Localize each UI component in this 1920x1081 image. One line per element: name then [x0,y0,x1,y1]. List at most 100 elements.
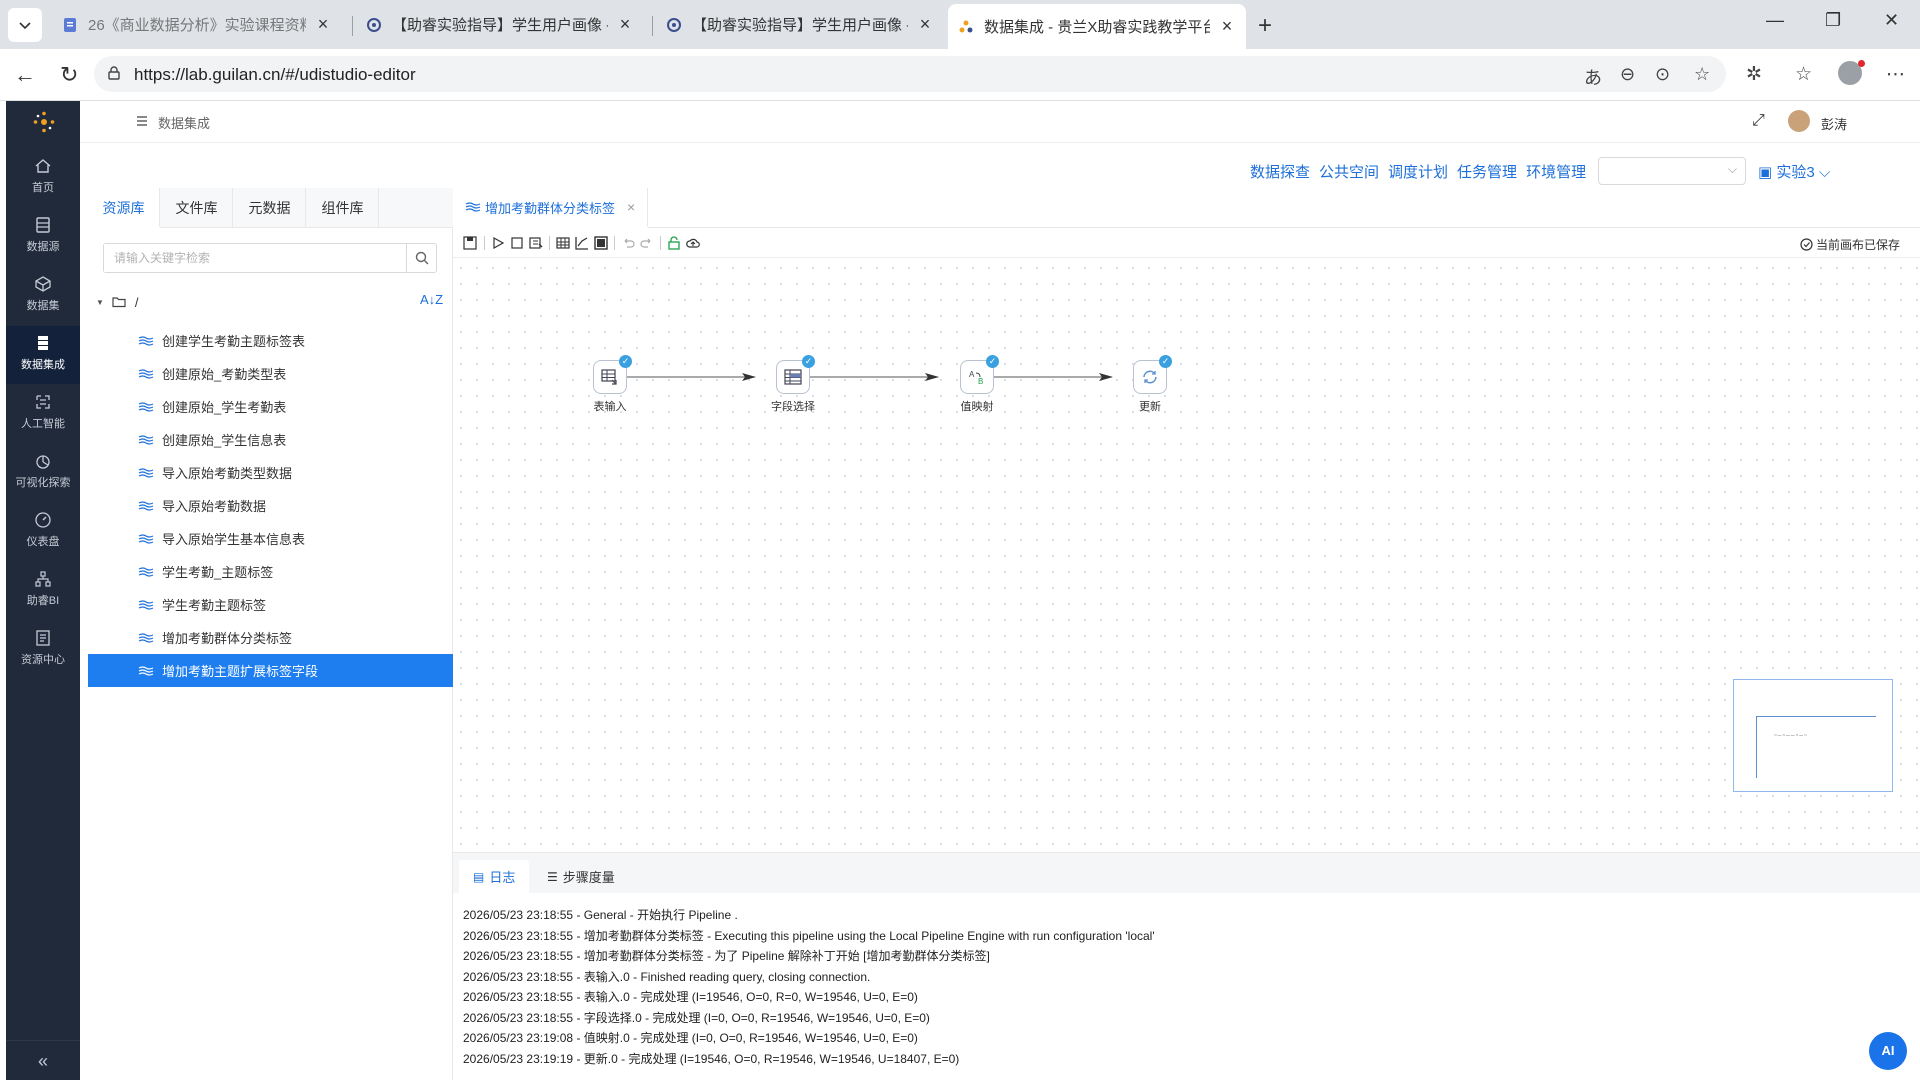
sidebar-item-label: 可视化探索 [15,477,71,489]
tree-item[interactable]: 创建原始_学生信息表 [88,423,453,456]
close-icon[interactable]: × [1218,16,1236,36]
save-icon[interactable] [462,235,478,251]
favorite-star-icon[interactable]: ☆ [1694,64,1710,85]
grid-icon[interactable] [555,235,571,251]
tab-step-metrics[interactable]: ☰ 步骤度量 [533,860,629,893]
tab-list-button[interactable] [8,8,42,42]
experiment-dropdown[interactable]: ▣ 实验3 ⌵ [1758,161,1830,182]
tree-item[interactable]: 导入原始学生基本信息表 [88,522,453,555]
extensions-icon[interactable]: ✲ [1746,63,1762,86]
nav-task-manage[interactable]: 任务管理 [1457,161,1517,182]
tree-item[interactable]: 增加考勤主题扩展标签字段 [88,654,453,687]
sidebar-item-bi[interactable]: 助睿BI [6,562,80,620]
sidebar-item-datasource[interactable]: 数据源 [6,208,80,266]
tab-file-library[interactable]: 文件库 [161,188,233,228]
line-chart-icon[interactable] [574,235,590,251]
nav-env-manage[interactable]: 环境管理 [1526,161,1586,182]
avatar[interactable] [1788,110,1810,132]
settings-menu-icon[interactable]: ⋯ [1886,63,1905,86]
tab-metadata[interactable]: 元数据 [234,188,306,228]
user-name[interactable]: 彭涛 [1821,114,1847,133]
zoom-out-icon[interactable]: ⊖ [1620,64,1635,85]
nav-public-space[interactable]: 公共空间 [1319,161,1379,182]
search-input[interactable] [104,244,404,272]
new-tab-button[interactable]: + [1258,12,1272,40]
cloud-upload-icon[interactable] [685,235,701,251]
tree-root[interactable]: ▼ / [96,292,139,312]
browser-tab-2[interactable]: 【助睿实验指导】学生用户画像 - × [356,6,644,43]
omnibox[interactable]: https://lab.guilan.cn/#/udistudio-editor… [94,56,1726,92]
search-icon [415,251,428,265]
browser-tab-3[interactable]: 【助睿实验指导】学生用户画像 - × [656,6,944,43]
preview-icon[interactable] [528,235,544,251]
search-button[interactable] [406,244,436,272]
experiment-label: 实验3 [1776,164,1815,181]
tree-item[interactable]: 学生考勤_主题标签 [88,555,453,588]
ai-assistant-button[interactable]: AI [1869,1032,1907,1070]
tree-item[interactable]: 导入原始考勤类型数据 [88,456,453,489]
minimap-viewport[interactable] [1756,716,1876,778]
caret-down-icon[interactable]: ▼ [96,298,104,307]
minimize-button[interactable]: — [1766,10,1784,31]
translate-icon[interactable]: あ [1584,64,1602,90]
reload-icon[interactable]: ↻ [60,62,78,88]
pipeline-canvas[interactable]: ✓ 表输入 ✓ 字段选择 AB ✓ 值映射 ✓ 更新 ▫–▫––▫–▫ [453,260,1920,850]
sidebar-item-dataset[interactable]: 数据集 [6,267,80,325]
fullscreen-icon[interactable]: ⤢ [1752,112,1765,130]
editor-tab[interactable]: 增加考勤群体分类标签 × [453,188,649,228]
check-circle-icon [1800,238,1813,251]
stop-icon[interactable] [509,235,525,251]
chevron-down-icon: ⌵ [1727,162,1737,176]
node-ok-check-icon: ✓ [1159,355,1172,368]
tree-item[interactable]: 创建原始_学生考勤表 [88,390,453,423]
tab-resource-library[interactable]: 资源库 [88,188,160,228]
node-field-select[interactable]: ✓ [776,355,815,394]
tree-item[interactable]: 创建学生考勤主题标签表 [88,324,453,357]
tab-component-library[interactable]: 组件库 [307,188,379,228]
canvas-minimap[interactable]: ▫–▫––▫–▫ [1733,679,1893,792]
context-select[interactable]: ⌵ [1598,157,1746,185]
close-window-button[interactable]: ✕ [1884,10,1899,31]
url-text[interactable]: https://lab.guilan.cn/#/udistudio-editor [134,65,416,85]
sidebar-item-label: 首页 [32,182,54,194]
redo-icon[interactable] [639,235,655,251]
sidebar-collapse-button[interactable]: « [6,1040,80,1080]
calculator-icon[interactable] [593,235,609,251]
node-table-input[interactable]: ✓ [593,355,632,394]
browser-tab-1[interactable]: 26《商业数据分析》实验课程资料 × [52,6,342,43]
back-icon[interactable]: ← [14,62,36,88]
lock-icon[interactable] [106,65,122,81]
svg-text:B: B [978,377,983,385]
more-tools-icon[interactable]: ⊙ [1655,64,1670,85]
menu-icon[interactable] [136,115,148,127]
sidebar-item-home[interactable]: 首页 [6,149,80,207]
undo-icon[interactable] [620,235,636,251]
tree-item[interactable]: 创建原始_考勤类型表 [88,357,453,390]
tab-log[interactable]: ▤ 日志 [459,860,530,893]
sidebar-item-ai[interactable]: 人工智能 [6,385,80,443]
sidebar-item-visual-explore[interactable]: 可视化探索 [6,444,80,502]
node-value-map[interactable]: AB ✓ [960,355,999,394]
close-icon[interactable]: × [627,199,635,215]
sidebar-item-resource-center[interactable]: 资源中心 [6,621,80,679]
nav-data-explore[interactable]: 数据探查 [1250,161,1310,182]
run-icon[interactable] [490,235,506,251]
nav-schedule-plan[interactable]: 调度计划 [1388,161,1448,182]
app-logo[interactable] [33,111,55,133]
pipeline-icon [138,368,154,379]
tree-item[interactable]: 增加考勤群体分类标签 [88,621,453,654]
log-line: 2026/05/23 23:18:55 - 增加考勤群体分类标签 - Execu… [463,928,1155,943]
tree-item[interactable]: 导入原始考勤数据 [88,489,453,522]
favorites-list-icon[interactable]: ☆ [1795,63,1812,86]
unlock-icon[interactable] [666,235,682,251]
sidebar-item-integration[interactable]: 数据集成 [6,326,80,384]
sort-icon[interactable]: A↓Z [420,292,443,307]
maximize-button[interactable]: ❐ [1825,10,1841,31]
sidebar-item-dashboard[interactable]: 仪表盘 [6,503,80,561]
close-icon[interactable]: × [314,14,332,34]
tree-item[interactable]: 学生考勤主题标签 [88,588,453,621]
node-update[interactable]: ✓ [1133,355,1172,394]
close-icon[interactable]: × [916,14,934,34]
browser-tab-4[interactable]: 数据集成 - 贵兰X助睿实践教学平台 × [948,4,1246,49]
close-icon[interactable]: × [616,14,634,34]
